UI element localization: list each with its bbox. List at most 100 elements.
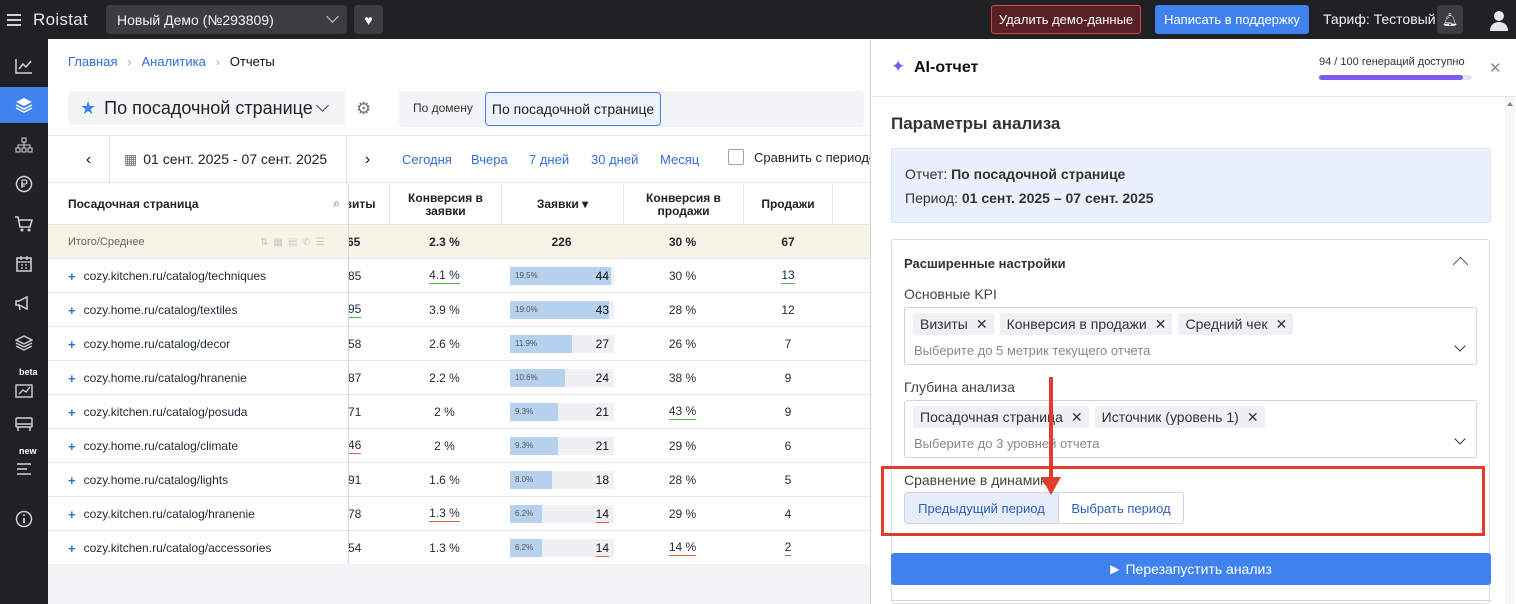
row-tools-icons[interactable]: ⇅▦▤✆☰ [260,237,330,248]
expand-plus-icon[interactable]: + [68,269,76,284]
landing-url[interactable]: cozy.home.ru/catalog/climate [84,439,239,453]
table-row[interactable]: + cozy.kitchen.ru/catalog/hranenie 78 1.3 %… [48,497,870,531]
period-30-days[interactable]: 30 дней [591,152,638,167]
landing-cell[interactable]: + cozy.kitchen.ru/catalog/techniques [48,259,348,293]
heart-icon[interactable]: ♥ [354,5,383,34]
period-7-days[interactable]: 7 дней [529,152,569,167]
sidebar-item-beta[interactable] [0,367,48,403]
tariff-label[interactable]: Тариф: Тестовый [1323,11,1436,27]
chevron-down-icon[interactable] [1454,340,1466,352]
close-icon[interactable]: ✕ [1489,59,1502,77]
table-row[interactable]: + cozy.home.ru/catalog/climate 46 2 % 9.3% 21… [48,429,870,463]
conv-sales-cell: 28 % [623,293,742,327]
report-selector[interactable]: ★ По посадочной странице [68,91,345,125]
sidebar-item-structure[interactable] [0,127,48,163]
depth-multiselect[interactable]: Посадочная страница ✕ Источник (уровень 1)… [904,400,1477,458]
expand-plus-icon[interactable]: + [68,439,76,454]
landing-url[interactable]: cozy.kitchen.ru/catalog/posuda [84,405,248,419]
delete-demo-button[interactable]: Удалить демо-данные [991,5,1141,34]
landing-url[interactable]: cozy.kitchen.ru/catalog/hranenie [84,507,255,521]
landing-url[interactable]: cozy.home.ru/catalog/lights [84,473,229,487]
landing-url[interactable]: cozy.kitchen.ru/catalog/techniques [84,269,267,283]
menu-icon[interactable] [7,13,21,26]
landing-cell[interactable]: + cozy.home.ru/catalog/decor [48,327,348,361]
table-row[interactable]: + cozy.kitchen.ru/catalog/techniques 85 4.1… [48,259,870,293]
sidebar-item-ads[interactable] [0,285,48,321]
star-icon[interactable]: ★ [80,98,96,119]
column-header-conv-leads[interactable]: Конверсия в заявки [389,184,501,225]
sidebar-item-finance[interactable] [0,166,48,202]
bell-icon[interactable]: 🔔︎ [1437,5,1463,34]
expand-plus-icon[interactable]: + [68,303,76,318]
kpi-multiselect[interactable]: Визиты ✕ Конверсия в продажи ✕ Средний чек ✕ … [904,307,1477,365]
landing-url[interactable]: cozy.home.ru/catalog/textiles [84,303,238,317]
visits-value: 46 [348,438,362,454]
user-icon[interactable] [1487,8,1511,32]
landing-cell[interactable]: + cozy.home.ru/catalog/climate [48,429,348,463]
column-header-sales[interactable]: Продажи [743,184,833,225]
leads-cell: 11.9% 27 [501,327,622,361]
project-selector[interactable]: Новый Демо (№293809) [106,5,347,34]
sidebar-item-info[interactable] [0,501,48,537]
sidebar-item-reports[interactable] [0,87,48,123]
table-row[interactable]: + cozy.home.ru/catalog/hranenie 87 2.2 % 10.… [48,361,870,395]
landing-cell[interactable]: + cozy.home.ru/catalog/hranenie [48,361,348,395]
rerun-analysis-button[interactable]: ▶ Перезапустить анализ [891,553,1491,585]
table-row[interactable]: + cozy.kitchen.ru/catalog/accessories 54 1.… [48,531,870,565]
breadcrumb-analytics[interactable]: Аналитика [141,54,205,69]
support-button[interactable]: Написать в поддержку [1155,5,1309,34]
chevron-up-icon[interactable] [1452,256,1469,273]
next-period-arrow-icon[interactable]: › [346,136,388,184]
period-yesterday[interactable]: Вчера [471,152,508,167]
sidebar-item-new[interactable] [0,446,48,482]
chip-remove-icon[interactable]: ✕ [1247,409,1259,426]
advanced-settings-title[interactable]: Расширенные настройки [904,256,1066,271]
chip-remove-icon[interactable]: ✕ [1276,316,1288,333]
sidebar-item-integrations[interactable] [0,325,48,361]
chip-remove-icon[interactable]: ✕ [1155,316,1167,333]
table-row[interactable]: + cozy.home.ru/catalog/lights 91 1.6 % 8.0% 1… [48,463,870,497]
landing-cell[interactable]: + cozy.kitchen.ru/catalog/posuda [48,395,348,429]
chip-remove-icon[interactable]: ✕ [976,316,988,333]
period-month[interactable]: Месяц [660,152,699,167]
table-row[interactable]: + cozy.home.ru/catalog/decor 58 2.6 % 11.9% 2… [48,327,870,361]
expand-plus-icon[interactable]: + [68,541,76,556]
period-today[interactable]: Сегодня [402,152,452,167]
landing-cell[interactable]: + cozy.home.ru/catalog/textiles [48,293,348,327]
column-header-visits[interactable]: Визиты [348,184,389,225]
table-row[interactable]: + cozy.home.ru/catalog/textiles 95 3.9 % 19.… [48,293,870,327]
sidebar-item-dashboard[interactable] [0,48,48,84]
sidebar-item-calendar[interactable] [0,245,48,281]
gear-icon[interactable]: ⚙ [356,99,371,119]
landing-url[interactable]: cozy.home.ru/catalog/decor [84,337,231,351]
expand-plus-icon[interactable]: + [68,507,76,522]
breadcrumb-home[interactable]: Главная [68,54,117,69]
chevron-down-icon[interactable] [1454,433,1466,445]
expand-plus-icon[interactable]: + [68,473,76,488]
table-row[interactable]: + cozy.kitchen.ru/catalog/posuda 71 2 % 9.3%… [48,395,870,429]
column-header-conv-sales[interactable]: Конверсия в продажи [623,184,743,225]
column-header-leads[interactable]: Заявки ▾ [501,184,623,225]
landing-cell[interactable]: + cozy.home.ru/catalog/lights [48,463,348,497]
sales-value: 4 [784,507,792,521]
compare-checkbox[interactable] [728,149,744,165]
landing-url[interactable]: cozy.kitchen.ru/catalog/accessories [84,541,272,555]
landing-cell[interactable]: + cozy.kitchen.ru/catalog/accessories [48,531,348,565]
column-header-landing[interactable]: Посадочная страница ⌕ [48,184,348,225]
date-range-picker[interactable]: ▦ 01 сент. 2025 - 07 сент. 2025 [124,151,327,168]
compare-toggle[interactable]: Сравнить с периодом [728,149,885,165]
tab-by-domain[interactable]: По домену [413,101,473,115]
chip-remove-icon[interactable]: ✕ [1071,409,1083,426]
expand-plus-icon[interactable]: + [68,371,76,386]
sidebar-item-dialogs[interactable] [0,406,48,442]
search-icon[interactable]: ⌕ [333,197,340,210]
landing-cell[interactable]: + cozy.kitchen.ru/catalog/hranenie [48,497,348,531]
prev-period-arrow-icon[interactable]: ‹ [68,136,110,184]
tab-by-landing[interactable]: По посадочной странице [485,92,661,126]
landing-url[interactable]: cozy.home.ru/catalog/hranenie [84,371,247,385]
expand-plus-icon[interactable]: + [68,405,76,420]
expand-plus-icon[interactable]: + [68,337,76,352]
sidebar-item-ecommerce[interactable] [0,206,48,242]
panel-scrollbar[interactable] [1505,97,1515,604]
conv-leads-value: 3.9 % [429,303,460,317]
